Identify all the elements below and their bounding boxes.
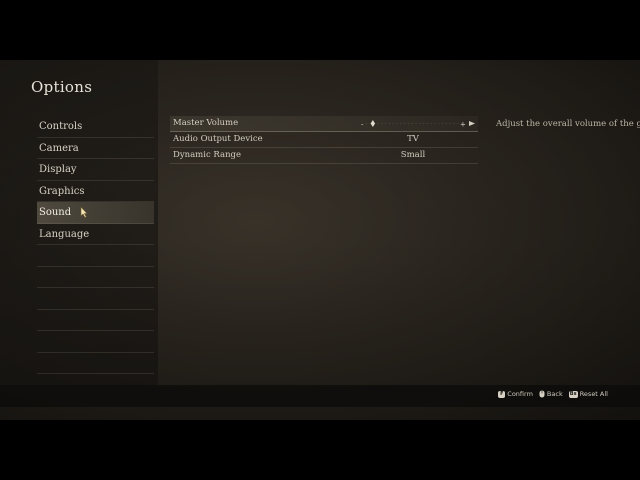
page-title: Options: [31, 78, 93, 96]
setting-label: Audio Output Device: [173, 134, 263, 144]
menu-item-empty: [37, 267, 154, 288]
menu-item-empty: [37, 353, 154, 374]
game-options-screen: Options Controls Camera Display Graphics…: [0, 0, 640, 480]
menu-item-label: Camera: [39, 142, 79, 154]
hint-label: Confirm: [507, 390, 533, 398]
menu-item-sound[interactable]: Sound: [37, 202, 154, 224]
menu-item-empty: [37, 288, 154, 310]
setting-label: Master Volume: [173, 118, 239, 128]
keyboard-f-key-icon: F: [498, 390, 506, 398]
menu-item-empty: [37, 331, 154, 353]
sound-settings-list: Master Volume - + Audio Output Device TV…: [170, 116, 478, 164]
menu-item-label: Controls: [39, 121, 83, 132]
setting-row-master-volume[interactable]: Master Volume - +: [170, 116, 478, 132]
mouse-cursor-icon: [80, 206, 88, 218]
setting-description: Adjust the overall volume of the ga: [496, 119, 640, 129]
setting-value: Small: [400, 150, 426, 160]
menu-item-label: Sound: [39, 207, 72, 218]
hint-label: Back: [546, 390, 563, 398]
slider-handle[interactable]: [370, 120, 376, 127]
keyboard-backspace-key-icon: Bs: [568, 390, 578, 398]
menu-item-empty: [37, 245, 154, 267]
button-hints: F Confirm Back Bs Reset All: [498, 390, 608, 398]
menu-item-camera[interactable]: Camera: [37, 138, 154, 159]
menu-item-label: Graphics: [39, 185, 85, 197]
hint-reset-all[interactable]: Bs Reset All: [568, 390, 608, 398]
setting-label: Dynamic Range: [173, 150, 242, 160]
hint-label: Reset All: [579, 390, 608, 398]
setting-value: TV: [407, 134, 419, 144]
slider-minus-icon: -: [361, 121, 364, 129]
setting-row-audio-output-device[interactable]: Audio Output Device TV: [170, 132, 478, 148]
hint-back[interactable]: Back: [539, 390, 563, 398]
menu-item-display[interactable]: Display: [37, 159, 154, 181]
title-ghost-decoration: [86, 78, 91, 96]
menu-item-empty: [37, 310, 154, 331]
mouse-button-icon: [539, 390, 545, 398]
master-volume-slider[interactable]: - +: [361, 116, 477, 131]
slider-arrow-right-icon[interactable]: [469, 121, 475, 126]
slider-plus-icon: +: [460, 121, 466, 129]
hint-confirm[interactable]: F Confirm: [498, 390, 533, 398]
menu-item-graphics[interactable]: Graphics: [37, 181, 154, 202]
menu-item-label: Display: [39, 164, 77, 175]
options-menu: Controls Camera Display Graphics Sound L…: [37, 116, 154, 374]
menu-item-controls[interactable]: Controls: [37, 116, 154, 138]
setting-row-dynamic-range[interactable]: Dynamic Range Small: [170, 148, 478, 164]
menu-item-label: Language: [39, 228, 90, 240]
menu-item-language[interactable]: Language: [37, 224, 154, 245]
